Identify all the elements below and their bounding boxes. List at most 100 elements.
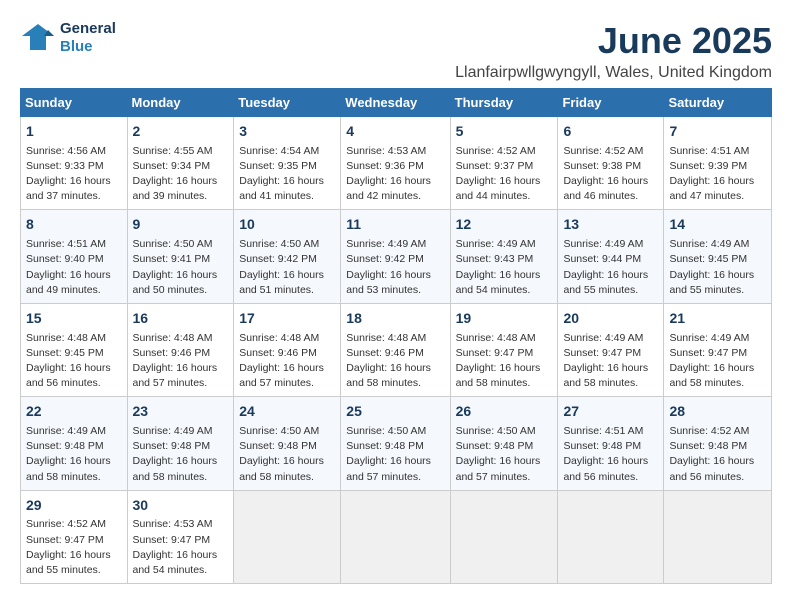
day-number: 23 [133,402,229,422]
day-number: 1 [26,122,122,142]
table-row: 16Sunrise: 4:48 AMSunset: 9:46 PMDayligh… [127,303,234,396]
day-detail: Sunrise: 4:53 AMSunset: 9:47 PMDaylight:… [133,517,229,578]
month-title: June 2025 [455,20,772,62]
day-detail: Sunrise: 4:50 AMSunset: 9:42 PMDaylight:… [239,237,335,298]
table-row: 10Sunrise: 4:50 AMSunset: 9:42 PMDayligh… [234,210,341,303]
table-row: 17Sunrise: 4:48 AMSunset: 9:46 PMDayligh… [234,303,341,396]
table-row: 2Sunrise: 4:55 AMSunset: 9:34 PMDaylight… [127,117,234,210]
day-detail: Sunrise: 4:51 AMSunset: 9:39 PMDaylight:… [669,144,766,205]
table-row: 7Sunrise: 4:51 AMSunset: 9:39 PMDaylight… [664,117,772,210]
day-detail: Sunrise: 4:49 AMSunset: 9:47 PMDaylight:… [669,331,766,392]
day-detail: Sunrise: 4:52 AMSunset: 9:38 PMDaylight:… [563,144,658,205]
day-detail: Sunrise: 4:48 AMSunset: 9:46 PMDaylight:… [133,331,229,392]
col-friday: Friday [558,89,664,117]
day-number: 9 [133,215,229,235]
table-row [664,490,772,583]
day-number: 19 [456,309,553,329]
table-row: 6Sunrise: 4:52 AMSunset: 9:38 PMDaylight… [558,117,664,210]
table-row: 3Sunrise: 4:54 AMSunset: 9:35 PMDaylight… [234,117,341,210]
table-row: 13Sunrise: 4:49 AMSunset: 9:44 PMDayligh… [558,210,664,303]
table-row: 29Sunrise: 4:52 AMSunset: 9:47 PMDayligh… [21,490,128,583]
day-number: 4 [346,122,444,142]
day-detail: Sunrise: 4:50 AMSunset: 9:48 PMDaylight:… [456,424,553,485]
day-number: 14 [669,215,766,235]
day-detail: Sunrise: 4:52 AMSunset: 9:47 PMDaylight:… [26,517,122,578]
day-number: 29 [26,496,122,516]
day-number: 30 [133,496,229,516]
day-detail: Sunrise: 4:56 AMSunset: 9:33 PMDaylight:… [26,144,122,205]
day-number: 26 [456,402,553,422]
table-row: 11Sunrise: 4:49 AMSunset: 9:42 PMDayligh… [341,210,450,303]
day-number: 11 [346,215,444,235]
day-detail: Sunrise: 4:53 AMSunset: 9:36 PMDaylight:… [346,144,444,205]
day-number: 17 [239,309,335,329]
table-row: 15Sunrise: 4:48 AMSunset: 9:45 PMDayligh… [21,303,128,396]
day-number: 12 [456,215,553,235]
table-row: 8Sunrise: 4:51 AMSunset: 9:40 PMDaylight… [21,210,128,303]
day-number: 18 [346,309,444,329]
day-detail: Sunrise: 4:48 AMSunset: 9:47 PMDaylight:… [456,331,553,392]
day-detail: Sunrise: 4:49 AMSunset: 9:44 PMDaylight:… [563,237,658,298]
col-monday: Monday [127,89,234,117]
page-header: General Blue June 2025 Llanfairpwllgwyng… [20,20,772,82]
table-row: 30Sunrise: 4:53 AMSunset: 9:47 PMDayligh… [127,490,234,583]
day-detail: Sunrise: 4:48 AMSunset: 9:45 PMDaylight:… [26,331,122,392]
table-row [341,490,450,583]
day-number: 10 [239,215,335,235]
logo-text: General Blue [60,20,116,56]
table-row: 23Sunrise: 4:49 AMSunset: 9:48 PMDayligh… [127,397,234,490]
day-number: 24 [239,402,335,422]
table-row: 20Sunrise: 4:49 AMSunset: 9:47 PMDayligh… [558,303,664,396]
day-number: 13 [563,215,658,235]
day-number: 20 [563,309,658,329]
day-detail: Sunrise: 4:50 AMSunset: 9:41 PMDaylight:… [133,237,229,298]
table-row: 14Sunrise: 4:49 AMSunset: 9:45 PMDayligh… [664,210,772,303]
day-detail: Sunrise: 4:49 AMSunset: 9:47 PMDaylight:… [563,331,658,392]
logo-bird-icon [20,20,56,56]
col-sunday: Sunday [21,89,128,117]
table-row: 24Sunrise: 4:50 AMSunset: 9:48 PMDayligh… [234,397,341,490]
day-detail: Sunrise: 4:50 AMSunset: 9:48 PMDaylight:… [346,424,444,485]
day-detail: Sunrise: 4:49 AMSunset: 9:42 PMDaylight:… [346,237,444,298]
table-row: 22Sunrise: 4:49 AMSunset: 9:48 PMDayligh… [21,397,128,490]
table-row [450,490,558,583]
table-row: 9Sunrise: 4:50 AMSunset: 9:41 PMDaylight… [127,210,234,303]
header-row: Sunday Monday Tuesday Wednesday Thursday… [21,89,772,117]
table-row: 21Sunrise: 4:49 AMSunset: 9:47 PMDayligh… [664,303,772,396]
calendar-table: Sunday Monday Tuesday Wednesday Thursday… [20,88,772,584]
calendar-week-3: 15Sunrise: 4:48 AMSunset: 9:45 PMDayligh… [21,303,772,396]
day-detail: Sunrise: 4:52 AMSunset: 9:48 PMDaylight:… [669,424,766,485]
col-thursday: Thursday [450,89,558,117]
day-number: 27 [563,402,658,422]
day-number: 21 [669,309,766,329]
day-detail: Sunrise: 4:49 AMSunset: 9:45 PMDaylight:… [669,237,766,298]
calendar-week-5: 29Sunrise: 4:52 AMSunset: 9:47 PMDayligh… [21,490,772,583]
location-title: Llanfairpwllgwyngyll, Wales, United King… [455,64,772,82]
day-detail: Sunrise: 4:49 AMSunset: 9:48 PMDaylight:… [26,424,122,485]
col-wednesday: Wednesday [341,89,450,117]
day-number: 7 [669,122,766,142]
col-saturday: Saturday [664,89,772,117]
table-row: 27Sunrise: 4:51 AMSunset: 9:48 PMDayligh… [558,397,664,490]
day-detail: Sunrise: 4:49 AMSunset: 9:48 PMDaylight:… [133,424,229,485]
table-row: 12Sunrise: 4:49 AMSunset: 9:43 PMDayligh… [450,210,558,303]
day-detail: Sunrise: 4:54 AMSunset: 9:35 PMDaylight:… [239,144,335,205]
day-number: 5 [456,122,553,142]
table-row: 25Sunrise: 4:50 AMSunset: 9:48 PMDayligh… [341,397,450,490]
table-row [234,490,341,583]
table-row: 4Sunrise: 4:53 AMSunset: 9:36 PMDaylight… [341,117,450,210]
day-detail: Sunrise: 4:48 AMSunset: 9:46 PMDaylight:… [239,331,335,392]
day-number: 2 [133,122,229,142]
table-row: 1Sunrise: 4:56 AMSunset: 9:33 PMDaylight… [21,117,128,210]
day-number: 22 [26,402,122,422]
table-row: 18Sunrise: 4:48 AMSunset: 9:46 PMDayligh… [341,303,450,396]
calendar-week-1: 1Sunrise: 4:56 AMSunset: 9:33 PMDaylight… [21,117,772,210]
table-row: 26Sunrise: 4:50 AMSunset: 9:48 PMDayligh… [450,397,558,490]
logo: General Blue [20,20,116,56]
day-detail: Sunrise: 4:55 AMSunset: 9:34 PMDaylight:… [133,144,229,205]
day-detail: Sunrise: 4:51 AMSunset: 9:48 PMDaylight:… [563,424,658,485]
day-number: 28 [669,402,766,422]
day-number: 6 [563,122,658,142]
table-row: 5Sunrise: 4:52 AMSunset: 9:37 PMDaylight… [450,117,558,210]
calendar-week-4: 22Sunrise: 4:49 AMSunset: 9:48 PMDayligh… [21,397,772,490]
